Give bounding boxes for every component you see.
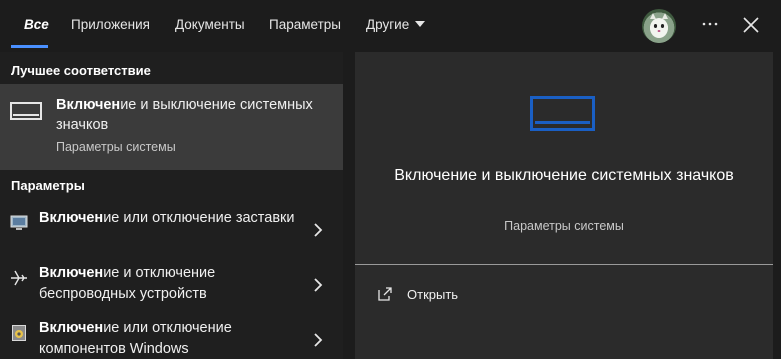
windows-features-icon	[12, 325, 26, 341]
list-item-title: Включение и отключение беспроводных устр…	[39, 263, 301, 305]
taskbar-icon	[530, 96, 595, 131]
list-item-wireless[interactable]: Включение и отключение беспроводных устр…	[0, 263, 343, 317]
user-avatar[interactable]	[642, 9, 676, 43]
match-rest: ие или отключение заставки	[103, 210, 295, 226]
list-item-title: Включение или отключение заставки	[39, 208, 301, 229]
list-item-screensaver[interactable]: Включение или отключение заставки	[0, 208, 343, 262]
best-match-subtitle: Параметры системы	[56, 140, 176, 154]
preview-subtitle: Параметры системы	[504, 219, 624, 233]
preview-title: Включение и выключение системных значков	[394, 167, 734, 184]
tab-all[interactable]: Все	[24, 17, 49, 32]
chevron-right-icon[interactable]	[313, 223, 323, 237]
match-highlight: Включен	[39, 210, 104, 226]
list-item-windows-features[interactable]: Включение или отключение компонентов Win…	[0, 318, 343, 359]
tab-settings[interactable]: Параметры	[269, 17, 341, 32]
screensaver-icon	[10, 215, 28, 230]
tab-documents[interactable]: Документы	[175, 17, 245, 32]
match-highlight: Включен	[39, 265, 104, 281]
chevron-down-icon	[415, 21, 426, 27]
open-label: Открыть	[407, 287, 459, 302]
more-options-button[interactable]	[699, 14, 721, 34]
list-item-title: Включение или отключение компонентов Win…	[39, 318, 301, 359]
taskbar-icon	[10, 102, 42, 120]
match-highlight: Включен	[56, 97, 121, 113]
tab-more-dropdown[interactable]: Другие	[366, 17, 426, 32]
chevron-right-icon[interactable]	[313, 333, 323, 347]
tab-apps[interactable]: Приложения	[71, 17, 150, 32]
settings-heading: Параметры	[11, 178, 85, 193]
close-icon	[743, 17, 759, 33]
more-horizontal-icon	[702, 22, 718, 26]
search-tab-bar: Все Приложения Документы Параметры Други…	[0, 0, 781, 52]
chevron-right-icon[interactable]	[313, 278, 323, 292]
active-tab-indicator	[11, 45, 48, 48]
airplane-icon	[11, 270, 27, 286]
avatar-image	[650, 13, 668, 38]
best-match-heading: Лучшее соответствие	[11, 63, 151, 78]
best-match-title: Включение и выключение системных значков	[56, 95, 326, 135]
preview-panel: Включение и выключение системных значков…	[355, 52, 773, 359]
results-panel: Лучшее соответствие Включение и выключен…	[0, 52, 343, 359]
divider	[355, 264, 773, 265]
tab-more-label: Другие	[366, 17, 410, 32]
open-icon	[378, 287, 392, 301]
match-highlight: Включен	[39, 320, 104, 336]
close-button[interactable]	[740, 14, 762, 36]
best-match-result[interactable]: Включение и выключение системных значков…	[0, 84, 343, 170]
